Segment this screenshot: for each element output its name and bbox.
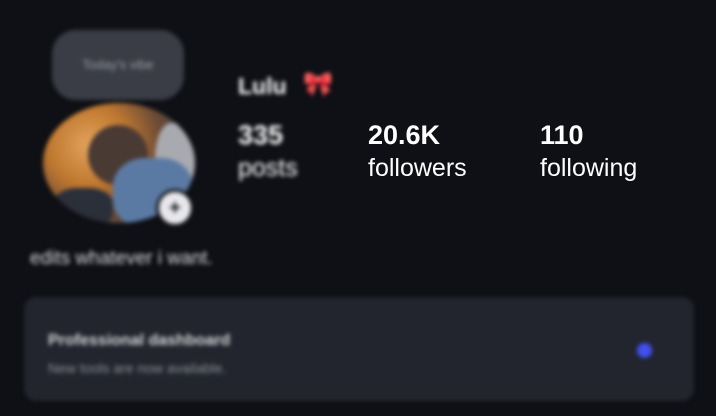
- followers-label: followers: [368, 154, 467, 182]
- stat-posts[interactable]: 335 posts: [238, 120, 298, 184]
- bow-emoji: 🎀: [303, 71, 333, 98]
- professional-dashboard-card[interactable]: Professional dashboard New tools are now…: [24, 297, 694, 401]
- posts-label: posts: [238, 154, 298, 182]
- note-text: Today's vibe: [82, 57, 154, 72]
- following-label: following: [540, 154, 638, 182]
- note-bubble[interactable]: Today's vibe: [52, 30, 184, 100]
- username: Lulu: [238, 73, 287, 99]
- following-count: 110: [540, 120, 584, 150]
- new-indicator-dot: [637, 343, 652, 358]
- bio: edits whatever i want.: [30, 248, 213, 269]
- followers-count: 20.6K: [368, 120, 441, 150]
- dashboard-title: Professional dashboard: [48, 332, 231, 349]
- stat-followers[interactable]: 20.6K followers: [368, 120, 467, 184]
- add-story-icon[interactable]: +: [156, 189, 194, 227]
- posts-count: 335: [238, 120, 284, 150]
- stat-following[interactable]: 110 following: [540, 120, 637, 184]
- dashboard-subtitle: New tools are now available.: [48, 360, 227, 376]
